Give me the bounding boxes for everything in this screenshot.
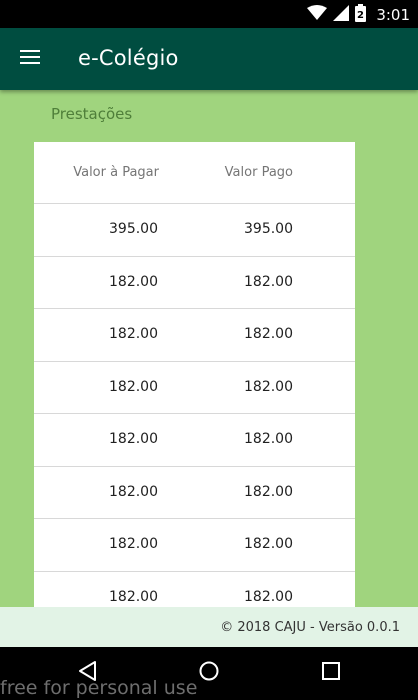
column-header-amount-paid: Valor Pago [224,165,293,180]
signal-icon [333,4,350,26]
battery-icon: 2 [355,3,367,27]
table-row[interactable]: 182.00 182.00 [34,414,355,467]
home-button[interactable] [195,659,223,687]
home-icon [198,660,220,687]
amount-paid-cell: 182.00 [244,588,293,605]
table-row[interactable]: 182.00 182.00 [34,467,355,519]
amount-due-cell: 182.00 [109,536,158,552]
amount-due-cell: 395.00 [109,221,158,237]
table-row[interactable]: 182.00 182.00 [34,257,355,309]
app-bar: e-Colégio [0,28,418,90]
amount-paid-cell: 395.00 [244,221,293,237]
amount-paid-cell: 182.00 [244,378,293,395]
watermark-text: free for personal use [0,677,198,699]
amount-paid-cell: 182.00 [244,536,293,552]
amount-due-cell: 182.00 [109,483,158,500]
amount-due-cell: 182.00 [109,431,158,447]
table-row[interactable]: 182.00 182.00 [34,572,355,608]
wifi-icon [307,4,328,26]
footer-copyright: © 2018 CAJU - Versão 0.0.1 [220,620,400,635]
hamburger-menu-icon [20,49,40,70]
table-row[interactable]: 182.00 182.00 [34,309,355,362]
status-time: 3:01 [376,6,410,24]
table-header: Valor à Pagar Valor Pago [34,142,355,204]
amount-paid-cell: 182.00 [244,326,293,342]
table-row[interactable]: 182.00 182.00 [34,519,355,572]
amount-due-cell: 182.00 [109,326,158,342]
amount-paid-cell: 182.00 [244,483,293,500]
status-bar: 2 3:01 [0,0,418,28]
menu-button[interactable] [14,43,46,75]
amount-due-cell: 182.00 [109,378,158,395]
recents-icon [321,661,341,686]
table-row[interactable]: 395.00 395.00 [34,204,355,257]
footer: © 2018 CAJU - Versão 0.0.1 [0,607,418,647]
amount-paid-cell: 182.00 [244,273,293,290]
recents-button[interactable] [317,659,345,687]
amount-paid-cell: 182.00 [244,431,293,447]
app-title: e-Colégio [78,46,179,70]
section-title: Prestações [51,105,133,123]
status-icons: 2 3:01 [307,3,410,27]
column-header-amount-due: Valor à Pagar [73,165,159,180]
battery-level-text: 2 [357,10,364,21]
installments-table: Valor à Pagar Valor Pago 395.00 395.00 1… [34,142,355,607]
amount-due-cell: 182.00 [109,588,158,605]
amount-due-cell: 182.00 [109,273,158,290]
table-row[interactable]: 182.00 182.00 [34,362,355,414]
